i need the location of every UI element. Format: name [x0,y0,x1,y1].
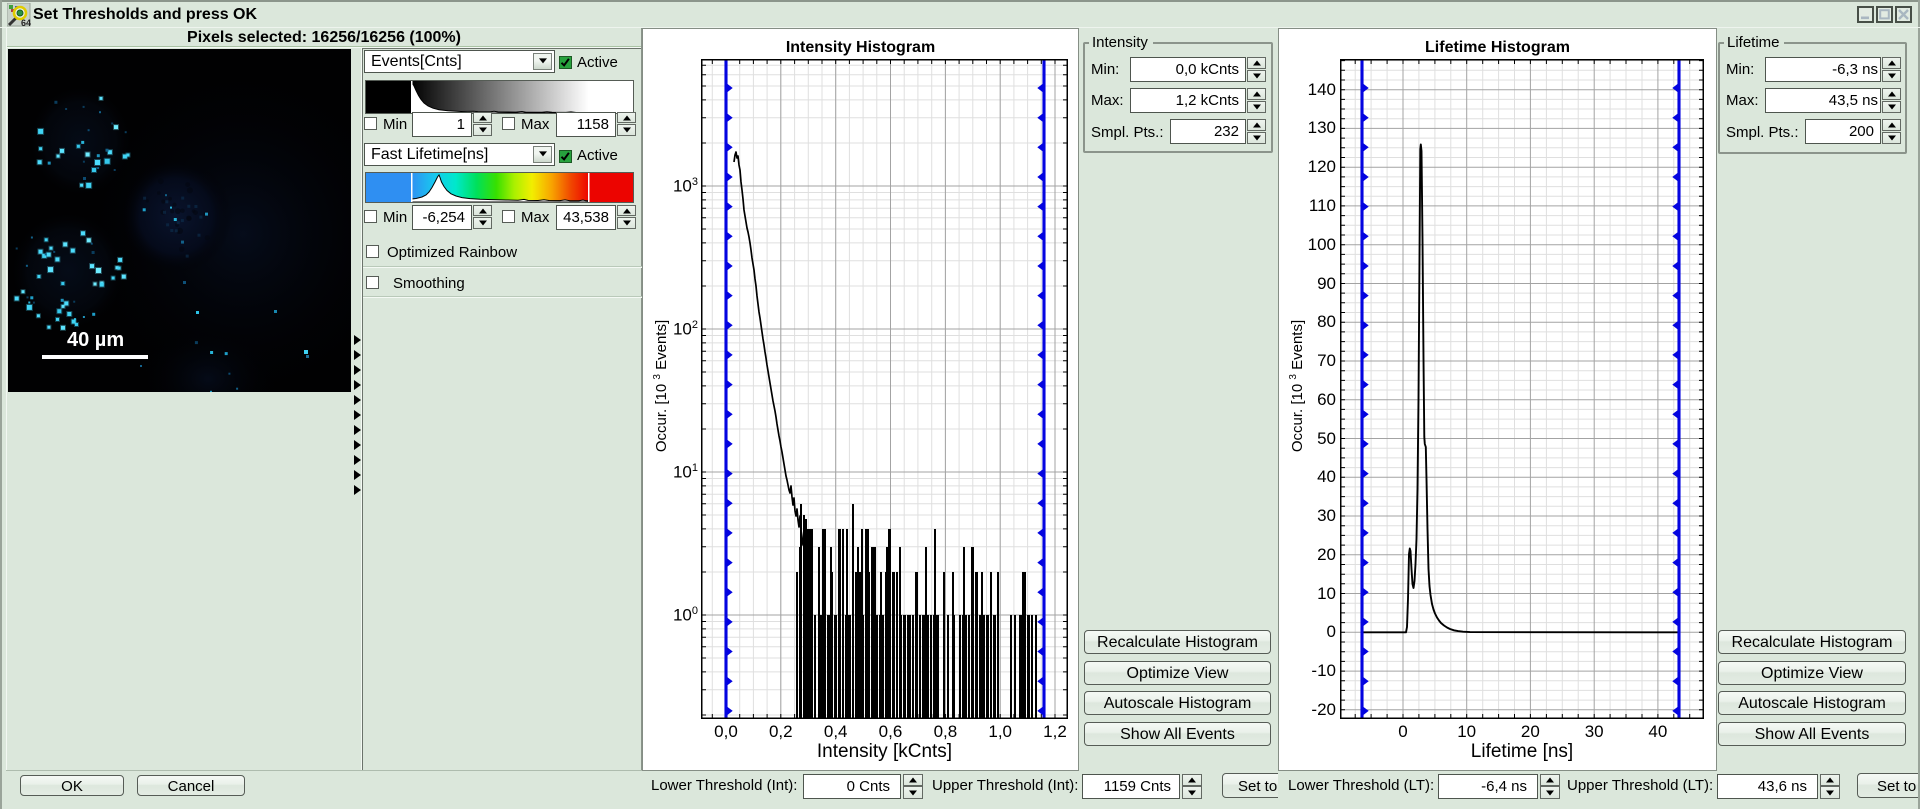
svg-text:40 µm: 40 µm [67,329,124,351]
svg-text:64: 64 [21,18,31,27]
